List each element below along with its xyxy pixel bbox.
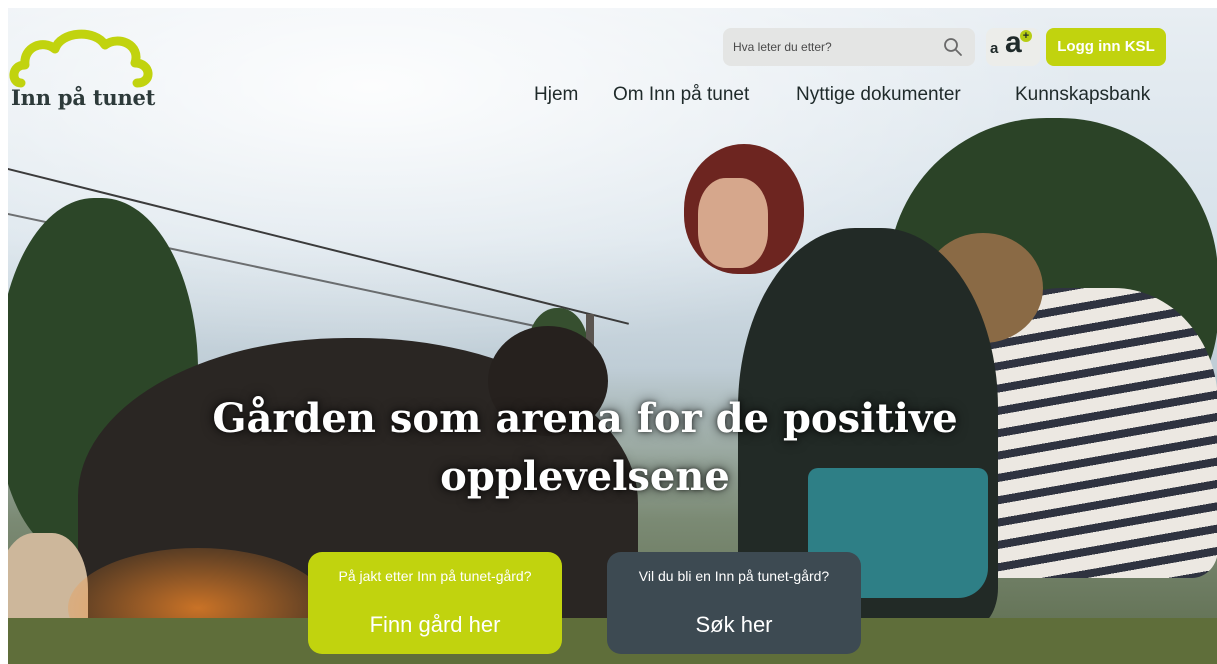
apply-subtitle: Vil du bli en Inn på tunet-gård? — [638, 568, 830, 584]
search-input[interactable] — [733, 28, 933, 66]
logo-text: Inn på tunet — [11, 85, 156, 110]
login-button[interactable]: Logg inn KSL — [1046, 28, 1166, 66]
site-logo[interactable]: Inn på tunet — [9, 29, 159, 119]
headline-line-1: Gården som arena for de positive — [212, 395, 958, 442]
plus-icon: + — [1020, 30, 1032, 42]
face — [698, 178, 768, 268]
search-box[interactable] — [723, 28, 975, 66]
apply-label: Søk her — [695, 612, 773, 637]
cloud-logo-icon — [9, 29, 153, 88]
nav-item-kunnskapsbank[interactable]: Kunnskapsbank — [1015, 84, 1150, 106]
nav-item-om[interactable]: Om Inn på tunet — [613, 84, 749, 106]
text-size-small-label: a — [990, 40, 999, 57]
search-icon[interactable] — [943, 37, 963, 57]
nav-item-dokumenter[interactable]: Nyttige dokumenter — [796, 84, 961, 106]
find-farm-button[interactable]: På jakt etter Inn på tunet-gård? Finn gå… — [308, 552, 562, 654]
nav-item-hjem[interactable]: Hjem — [534, 84, 578, 106]
find-farm-label: Finn gård her — [369, 612, 501, 637]
apply-button[interactable]: Vil du bli en Inn på tunet-gård? Søk her — [607, 552, 861, 654]
find-farm-subtitle: På jakt etter Inn på tunet-gård? — [338, 568, 532, 584]
text-size-large-label: a — [1005, 26, 1022, 59]
page: Inn på tunet a a + Logg inn KSL Hjem Om … — [0, 0, 1217, 664]
headline-line-2: opplevelsene — [440, 453, 730, 500]
hero-headline: Gården som arena for de positive oppleve… — [140, 390, 1030, 506]
